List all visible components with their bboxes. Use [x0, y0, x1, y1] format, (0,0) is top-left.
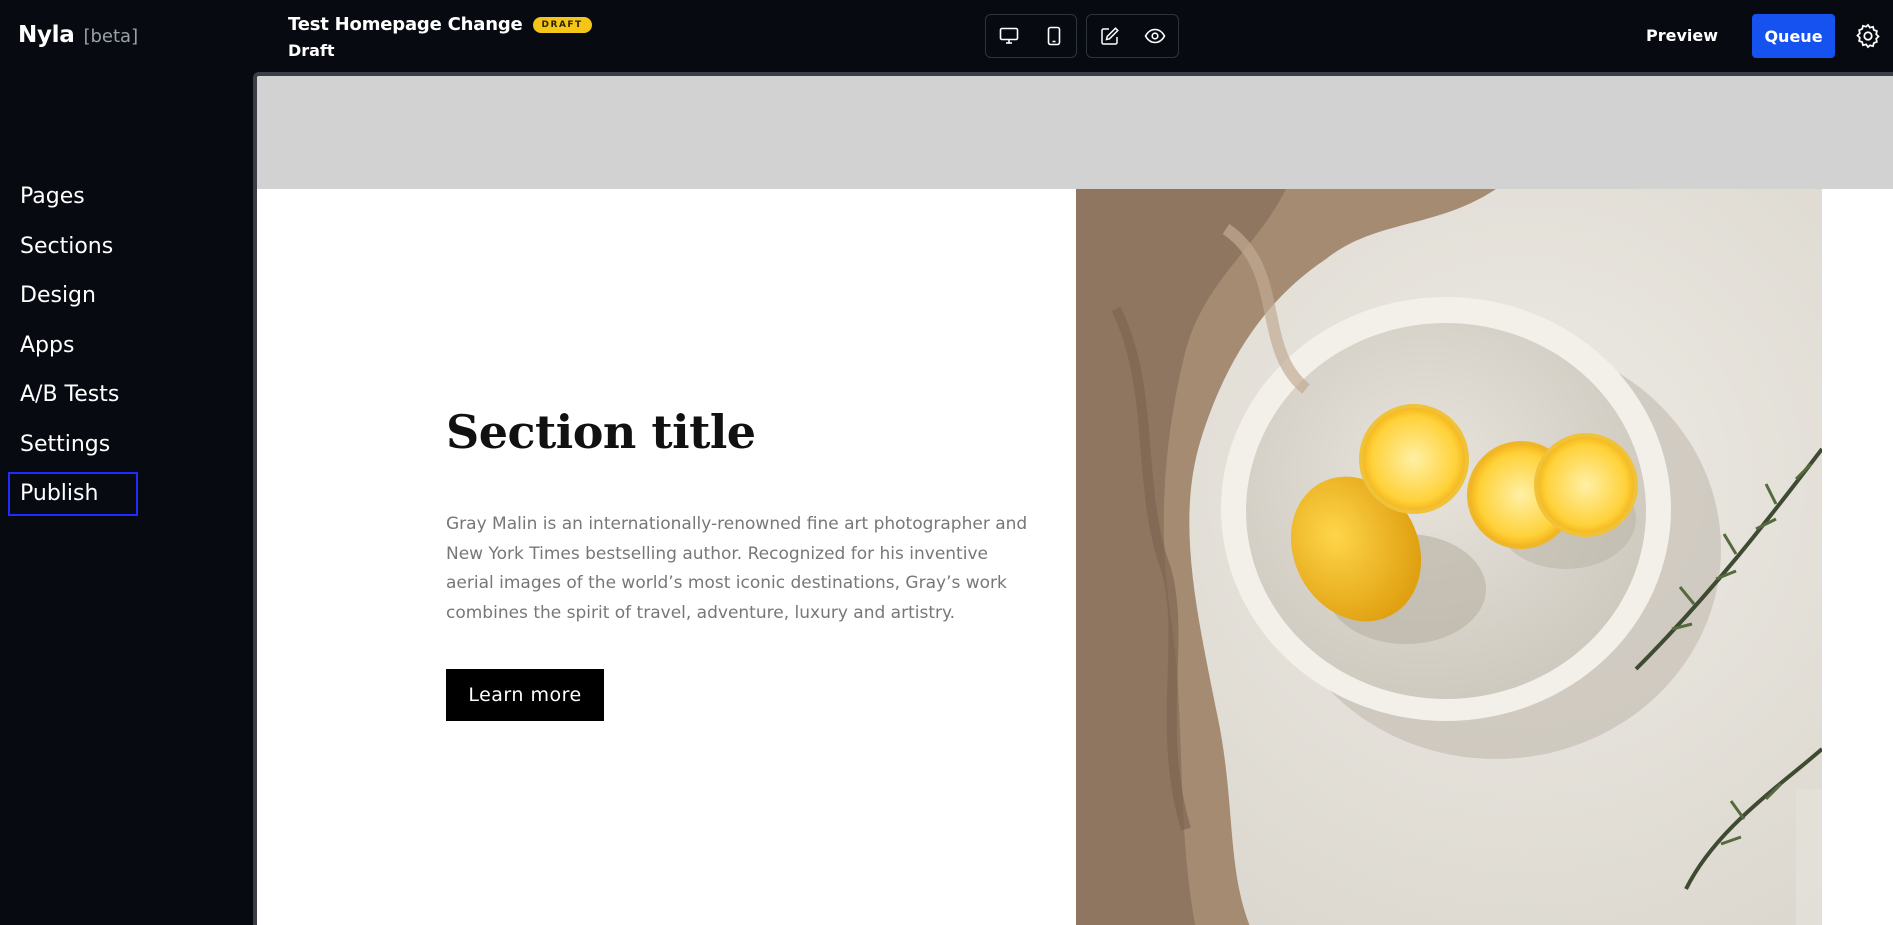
- desktop-view-button[interactable]: [990, 18, 1028, 54]
- sidebar-item-publish[interactable]: Publish: [8, 472, 138, 516]
- sidebar-item-sections[interactable]: Sections: [8, 225, 138, 269]
- image-with-text-section[interactable]: Section title Gray Malin is an internati…: [257, 189, 1893, 925]
- document-title: Test Homepage Change: [288, 14, 523, 35]
- device-toggle-group: [985, 14, 1077, 58]
- sidebar-item-pages[interactable]: Pages: [8, 175, 138, 219]
- document-status: Draft: [288, 41, 335, 60]
- sidebar-item-ab-tests[interactable]: A/B Tests: [8, 373, 138, 417]
- settings-button[interactable]: [1854, 22, 1882, 50]
- queue-button[interactable]: Queue: [1752, 14, 1835, 58]
- view-mode-button[interactable]: [1136, 18, 1174, 54]
- lemons-on-plate-image: [1076, 189, 1822, 925]
- mobile-icon: [1047, 26, 1060, 46]
- edit-mode-button[interactable]: [1091, 18, 1129, 54]
- gear-icon: [1856, 23, 1880, 49]
- brand-beta-tag: [beta]: [83, 26, 139, 47]
- sidebar-item-design[interactable]: Design: [8, 274, 138, 318]
- app-window: Nyla [beta] Pages Sections Design Apps A…: [0, 0, 1893, 925]
- mobile-view-button[interactable]: [1035, 18, 1073, 54]
- document-title-row: Test Homepage Change DRAFT: [288, 14, 592, 35]
- mode-toggle-group: [1086, 14, 1179, 58]
- eye-icon: [1144, 28, 1166, 44]
- desktop-icon: [999, 27, 1018, 44]
- page-canvas[interactable]: Section title Gray Malin is an internati…: [253, 72, 1893, 925]
- sidebar-item-apps[interactable]: Apps: [8, 324, 138, 368]
- top-bar: Test Homepage Change DRAFT Draft Preview…: [253, 0, 1893, 72]
- status-badge: DRAFT: [532, 16, 592, 33]
- section-body-text: Gray Malin is an internationally-renowne…: [446, 514, 1028, 623]
- preview-button[interactable]: Preview: [1646, 18, 1718, 54]
- edit-icon: [1101, 27, 1119, 45]
- sidebar-item-settings[interactable]: Settings: [8, 423, 138, 467]
- brand: Nyla [beta]: [18, 22, 138, 48]
- brand-name: Nyla: [18, 22, 75, 48]
- learn-more-button[interactable]: Learn more: [446, 669, 604, 721]
- sidebar: Nyla [beta] Pages Sections Design Apps A…: [0, 0, 253, 925]
- announcement-banner-placeholder[interactable]: [257, 76, 1893, 189]
- section-title: Section title: [446, 405, 756, 459]
